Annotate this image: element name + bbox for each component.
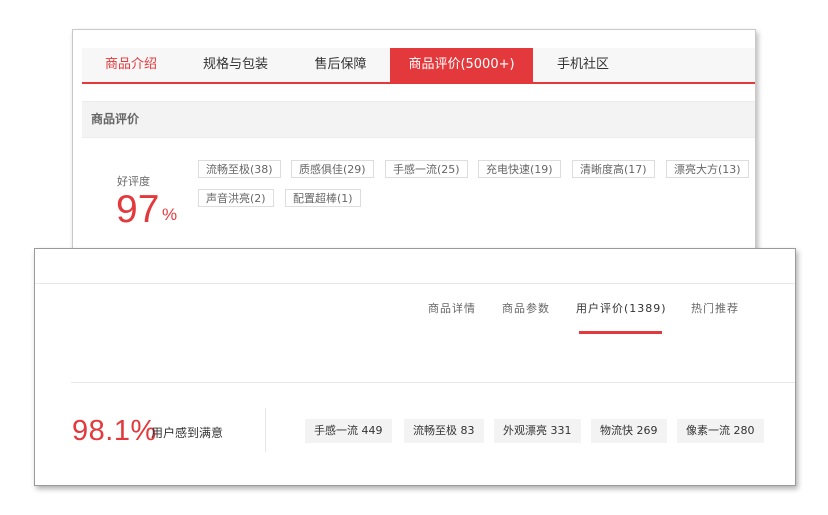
divider bbox=[71, 382, 795, 383]
satisfaction-rate: 98.1% bbox=[72, 415, 157, 447]
tab-user-reviews[interactable]: 用户评价(1389) bbox=[576, 300, 667, 316]
product-page-window-front: 商品详情 商品参数 用户评价(1389) 热门推荐 98.1% 用户感到满意 手… bbox=[34, 248, 796, 486]
review-tag[interactable]: 声音洪亮(2) bbox=[198, 189, 274, 207]
active-tab-indicator bbox=[579, 331, 662, 334]
satisfaction-label: 用户感到满意 bbox=[151, 426, 224, 440]
review-tag[interactable]: 物流快 269 bbox=[591, 419, 667, 443]
review-tag[interactable]: 清晰度高(17) bbox=[572, 160, 655, 178]
review-tag[interactable]: 手感一流(25) bbox=[385, 160, 468, 178]
tab-product-params[interactable]: 商品参数 bbox=[502, 300, 550, 316]
product-page-window-back: 商品介绍 规格与包装 售后保障 商品评价(5000+) 手机社区 商品评价 好评… bbox=[72, 29, 756, 269]
reviews-section-header: 商品评价 bbox=[82, 101, 755, 138]
product-tab-bar: 商品介绍 规格与包装 售后保障 商品评价(5000+) 手机社区 bbox=[82, 48, 755, 84]
good-rate-label: 好评度 bbox=[117, 175, 150, 188]
review-tag[interactable]: 外观漂亮 331 bbox=[494, 419, 581, 443]
tab-hot-recommend[interactable]: 热门推荐 bbox=[691, 300, 739, 316]
tab-product-intro[interactable]: 商品介绍 bbox=[82, 48, 180, 82]
review-tag[interactable]: 像素一流 280 bbox=[677, 419, 764, 443]
section-title: 商品评价 bbox=[91, 112, 140, 126]
tab-product-reviews[interactable]: 商品评价(5000+) bbox=[390, 48, 533, 82]
tab-product-details[interactable]: 商品详情 bbox=[428, 300, 476, 316]
review-tag[interactable]: 漂亮大方(13) bbox=[666, 160, 749, 178]
tab-after-sales[interactable]: 售后保障 bbox=[291, 48, 390, 82]
divider bbox=[265, 408, 266, 452]
tab-phone-community[interactable]: 手机社区 bbox=[533, 48, 633, 82]
review-tag[interactable]: 充电快速(19) bbox=[478, 160, 561, 178]
good-rate-value: 97 bbox=[116, 188, 160, 231]
review-tag[interactable]: 配置超棒(1) bbox=[285, 189, 361, 207]
divider bbox=[35, 283, 795, 284]
review-tag[interactable]: 流畅至极 83 bbox=[404, 419, 484, 443]
good-rate-unit: % bbox=[162, 205, 178, 224]
review-tag[interactable]: 流畅至极(38) bbox=[198, 160, 281, 178]
review-tag[interactable]: 质感俱佳(29) bbox=[291, 160, 374, 178]
review-tag[interactable]: 手感一流 449 bbox=[305, 419, 392, 443]
tab-specs-packaging[interactable]: 规格与包装 bbox=[180, 48, 291, 82]
